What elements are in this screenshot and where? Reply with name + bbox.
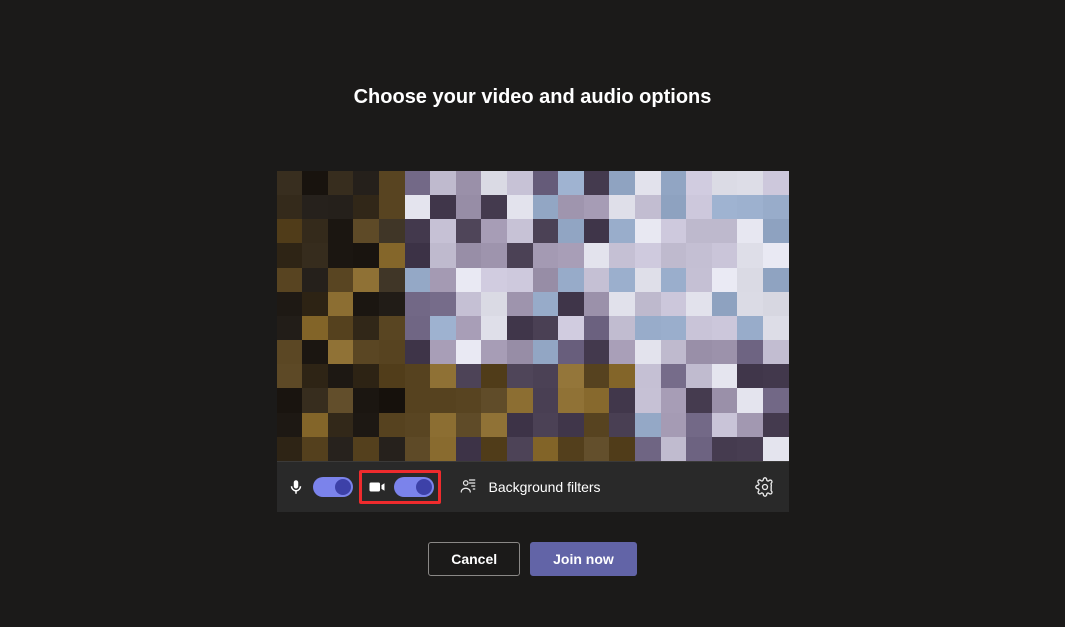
action-buttons: Cancel Join now bbox=[428, 542, 637, 576]
microphone-toggle[interactable] bbox=[313, 477, 353, 497]
background-effects-icon bbox=[459, 477, 479, 497]
camera-control-highlight bbox=[359, 470, 441, 504]
cancel-button[interactable]: Cancel bbox=[428, 542, 520, 576]
video-camera-icon bbox=[366, 476, 388, 498]
prejoin-panel: Background filters bbox=[277, 171, 789, 512]
camera-toggle[interactable] bbox=[394, 477, 434, 497]
join-now-button[interactable]: Join now bbox=[530, 542, 637, 576]
page-title: Choose your video and audio options bbox=[354, 86, 712, 109]
microphone-icon bbox=[285, 476, 307, 498]
video-preview bbox=[277, 171, 789, 461]
device-settings-button[interactable] bbox=[755, 477, 775, 497]
background-filters-button[interactable]: Background filters bbox=[459, 477, 601, 497]
background-filters-label: Background filters bbox=[489, 479, 601, 495]
controls-bar: Background filters bbox=[277, 461, 789, 512]
